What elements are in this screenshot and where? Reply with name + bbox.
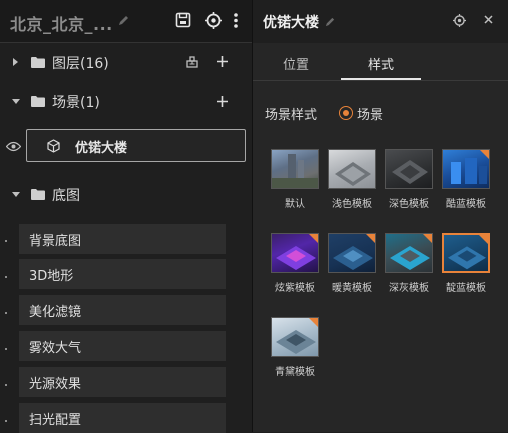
basemap-item-label: 背景底图 — [29, 234, 82, 249]
object-title: 优锘大楼 — [263, 15, 319, 31]
basemap-item-terrain[interactable]: 3D地形 — [19, 259, 226, 289]
basemap-item-filter[interactable]: 美化滤镜 — [19, 295, 226, 325]
tree-dot — [5, 384, 7, 386]
basemap-item-label: 扫光配置 — [29, 413, 82, 428]
close-icon[interactable] — [482, 13, 495, 26]
edit-icon[interactable] — [325, 16, 336, 27]
properties-panel: 优锘大楼 位置 样式 场景样式 场景 默认 浅色模板 深色模板 酷蓝模板 炫紫模… — [252, 0, 508, 432]
template-thumbnail — [442, 233, 490, 273]
building-thumbnail-icon — [272, 154, 318, 188]
properties-tabs: 位置 样式 — [253, 43, 508, 81]
template-corner-badge — [366, 234, 375, 243]
template-thumbnail — [328, 149, 376, 189]
scene-style-label: 场景样式 — [265, 108, 318, 123]
add-icon[interactable] — [216, 55, 229, 68]
cube-icon — [47, 139, 60, 153]
basemap-item-label: 光源效果 — [29, 377, 82, 392]
active-tab-indicator — [341, 78, 421, 80]
template-label: 深灰模板 — [389, 283, 429, 294]
basemap-item-label: 3D地形 — [29, 269, 74, 284]
visibility-eye-icon[interactable] — [6, 141, 21, 152]
caret-right-icon[interactable] — [11, 57, 19, 67]
tab-position[interactable]: 位置 — [256, 54, 336, 73]
tree-dot — [5, 276, 7, 278]
template-thumbnail — [442, 149, 490, 189]
edit-icon[interactable] — [118, 14, 130, 26]
save-icon[interactable] — [175, 12, 191, 28]
add-icon[interactable] — [216, 95, 229, 108]
project-title[interactable]: 北京_北京_... — [10, 11, 113, 35]
locate-icon[interactable] — [453, 14, 466, 27]
group-icon[interactable] — [186, 56, 198, 68]
layers-group[interactable]: 图层(16) — [0, 43, 252, 81]
scene-item-selected[interactable]: 优锘大楼 — [26, 129, 246, 162]
template-label: 默认 — [285, 199, 305, 210]
scenes-group-label: 场景(1) — [52, 95, 100, 111]
template-corner-badge — [423, 234, 432, 243]
tree-dot — [5, 420, 7, 422]
template-label: 暖黄模板 — [332, 283, 372, 294]
template-thumbnail — [385, 233, 433, 273]
caret-down-icon[interactable] — [11, 97, 21, 105]
template-thumbnail — [271, 317, 319, 357]
layers-group-label: 图层(16) — [52, 56, 109, 72]
template-indigo-selected[interactable]: 靛蓝模板 — [442, 233, 492, 294]
template-corner-badge — [480, 150, 489, 159]
caret-down-icon[interactable] — [11, 190, 21, 198]
template-cool-blue[interactable]: 酷蓝模板 — [442, 149, 492, 210]
template-corner-badge — [309, 318, 318, 327]
layer-panel-header: 北京_北京_... — [0, 0, 252, 43]
basemap-item-label: 雾效大气 — [29, 341, 82, 356]
template-purple[interactable]: 炫紫模板 — [271, 233, 321, 294]
tab-style[interactable]: 样式 — [341, 54, 421, 73]
properties-header: 优锘大楼 — [253, 0, 508, 43]
template-warm-yellow[interactable]: 暖黄模板 — [328, 233, 378, 294]
basemap-item-label: 美化滤镜 — [29, 305, 82, 320]
basemap-item-light[interactable]: 光源效果 — [19, 367, 226, 397]
folder-icon — [31, 96, 45, 107]
tree-dot — [5, 348, 7, 350]
scene-radio-label[interactable]: 场景 — [357, 104, 383, 123]
template-corner-badge — [479, 235, 488, 244]
template-cyan[interactable]: 青黛模板 — [271, 317, 321, 378]
basemap-group[interactable]: 底图 — [0, 175, 252, 213]
template-label: 深色模板 — [389, 199, 429, 210]
template-thumbnail — [271, 233, 319, 273]
tree-dot — [5, 312, 7, 314]
template-label: 酷蓝模板 — [446, 199, 486, 210]
building-thumbnail-icon — [392, 160, 428, 184]
template-label: 浅色模板 — [332, 199, 372, 210]
scene-item-label: 优锘大楼 — [75, 141, 128, 156]
template-dark[interactable]: 深色模板 — [385, 149, 435, 210]
template-default[interactable]: 默认 — [271, 149, 321, 210]
basemap-item-background[interactable]: 背景底图 — [19, 224, 226, 254]
scene-radio[interactable] — [339, 106, 353, 120]
template-label: 靛蓝模板 — [446, 283, 486, 294]
basemap-item-sweep[interactable]: 扫光配置 — [19, 403, 226, 433]
template-label: 青黛模板 — [275, 367, 315, 378]
folder-icon — [31, 57, 45, 68]
template-deep-gray[interactable]: 深灰模板 — [385, 233, 435, 294]
folder-icon — [31, 189, 45, 200]
template-thumbnail — [385, 149, 433, 189]
template-corner-badge — [309, 234, 318, 243]
template-thumbnail — [328, 233, 376, 273]
layer-panel: 北京_北京_... 图层(16) 场景(1) 优锘大楼 底图 背景底图 3D地形… — [0, 0, 252, 433]
tree-dot — [5, 240, 7, 242]
building-thumbnail-icon — [335, 162, 371, 186]
basemap-group-label: 底图 — [52, 188, 80, 204]
locate-icon[interactable] — [205, 12, 222, 29]
scenes-group[interactable]: 场景(1) — [0, 82, 252, 120]
template-label: 炫紫模板 — [275, 283, 315, 294]
basemap-item-fog[interactable]: 雾效大气 — [19, 331, 226, 361]
template-light[interactable]: 浅色模板 — [328, 149, 378, 210]
more-vertical-icon[interactable] — [233, 12, 239, 29]
template-thumbnail — [271, 149, 319, 189]
